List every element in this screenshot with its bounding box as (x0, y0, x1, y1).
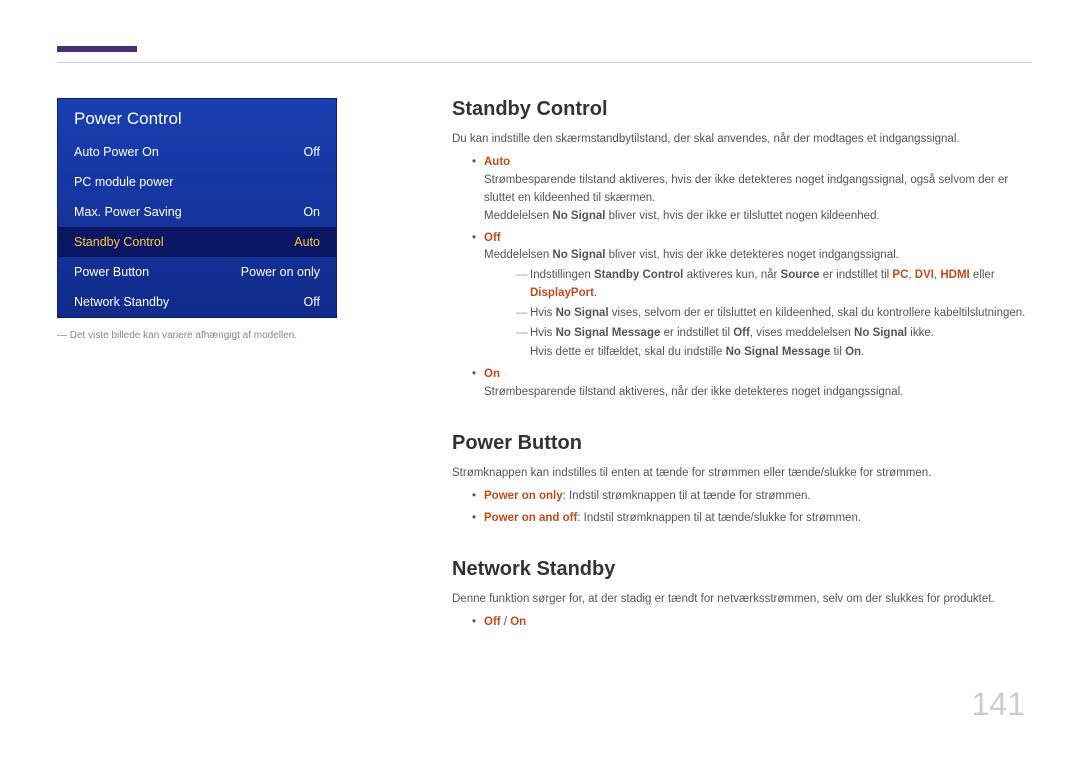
off-no-signal: No Signal (552, 249, 605, 261)
menu-item-value: Power on only (241, 265, 320, 279)
menu-item-pc-module-power[interactable]: PC module power (58, 167, 336, 197)
header-divider (57, 62, 1032, 63)
page-content: Power Control Auto Power On Off PC modul… (57, 98, 1032, 636)
standby-option-off: Off Meddelelsen No Signal bliver vist, h… (472, 230, 1032, 363)
menu-item-label: Max. Power Saving (74, 205, 182, 219)
network-option-list: Off / On (452, 614, 1032, 632)
menu-item-label: Auto Power On (74, 145, 159, 159)
off-note-1: Indstillingen Standby Control aktiveres … (516, 267, 1032, 303)
menu-item-max-power-saving[interactable]: Max. Power Saving On (58, 197, 336, 227)
left-column: Power Control Auto Power On Off PC modul… (57, 98, 452, 636)
option-label-auto: Auto (484, 156, 510, 168)
menu-item-value: Off (304, 145, 320, 159)
auto-desc-2c: bliver vist, hvis der ikke er tilsluttet… (605, 210, 879, 222)
off-note-3: Hvis No Signal Message er indstillet til… (516, 325, 1032, 343)
menu-item-label: Network Standby (74, 295, 169, 309)
menu-item-standby-control[interactable]: Standby Control Auto (58, 227, 336, 257)
power-control-menu: Power Control Auto Power On Off PC modul… (57, 98, 337, 318)
option-label-on: On (484, 368, 500, 380)
menu-item-label: Standby Control (74, 235, 164, 249)
auto-no-signal: No Signal (552, 210, 605, 222)
network-intro: Denne funktion sørger for, at der stadig… (452, 591, 1032, 608)
heading-power-button: Power Button (452, 432, 1032, 455)
powerbutton-option-list: Power on only: Indstil strømknappen til … (452, 488, 1032, 528)
off-notes: Indstillingen Standby Control aktiveres … (484, 267, 1032, 362)
menu-item-label: PC module power (74, 175, 173, 189)
menu-item-power-button[interactable]: Power Button Power on only (58, 257, 336, 287)
menu-item-auto-power-on[interactable]: Auto Power On Off (58, 137, 336, 167)
standby-option-auto: Auto Strømbesparende tilstand aktiveres,… (472, 154, 1032, 225)
menu-item-value: Off (304, 295, 320, 309)
menu-item-label: Power Button (74, 265, 149, 279)
standby-option-on: On Strømbesparende tilstand aktiveres, n… (472, 366, 1032, 402)
heading-standby-control: Standby Control (452, 98, 1032, 121)
menu-title: Power Control (58, 99, 336, 137)
powerbutton-option-on-and-off: Power on and off: Indstil strømknappen t… (472, 510, 1032, 528)
off-desc-1a: Meddelelsen (484, 249, 552, 261)
image-caption: ― Det viste billede kan variere afhængig… (57, 330, 337, 341)
powerbutton-option-on-only: Power on only: Indstil strømknappen til … (472, 488, 1032, 506)
page-number: 141 (972, 686, 1025, 723)
network-options: Off / On (472, 614, 1032, 632)
off-note-2: Hvis No Signal vises, selvom der er tils… (516, 305, 1032, 323)
header-accent-bar (57, 46, 137, 52)
powerbutton-intro: Strømknappen kan indstilles til enten at… (452, 465, 1032, 482)
menu-item-value: Auto (294, 235, 320, 249)
on-desc: Strømbesparende tilstand aktiveres, når … (484, 386, 903, 398)
standby-option-list: Auto Strømbesparende tilstand aktiveres,… (452, 154, 1032, 402)
menu-item-network-standby[interactable]: Network Standby Off (58, 287, 336, 317)
off-note-4: Hvis dette er tilfældet, skal du indstil… (516, 344, 1032, 362)
auto-desc-1: Strømbesparende tilstand aktiveres, hvis… (484, 174, 1008, 204)
menu-item-value: On (303, 205, 320, 219)
option-label-off: Off (484, 232, 501, 244)
right-column: Standby Control Du kan indstille den skæ… (452, 98, 1032, 636)
standby-intro: Du kan indstille den skærmstandbytilstan… (452, 131, 1032, 148)
auto-desc-2a: Meddelelsen (484, 210, 552, 222)
heading-network-standby: Network Standby (452, 558, 1032, 581)
off-desc-1c: bliver vist, hvis der ikke detekteres no… (605, 249, 898, 261)
